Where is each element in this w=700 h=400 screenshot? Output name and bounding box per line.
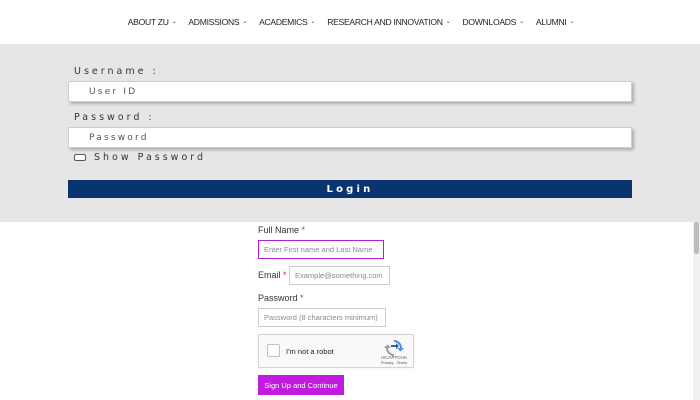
recaptcha-widget: I'm not a robot reCAPTCHA Privacy - Term…: [258, 334, 414, 368]
required-mark: *: [300, 293, 304, 303]
nav-item-label: ADMISSIONS: [188, 17, 240, 27]
recaptcha-links[interactable]: Privacy - Terms: [375, 361, 413, 365]
nav-item-label: ABOUT ZU: [127, 17, 169, 27]
scrollbar[interactable]: [693, 222, 700, 400]
recaptcha-brand: reCAPTCHA: [381, 355, 407, 360]
nav-item-academics[interactable]: ACADEMICS ⌄: [259, 17, 315, 27]
nav-item-label: RESEARCH AND INNOVATION: [327, 17, 443, 27]
password-signup-label: Password *: [258, 293, 304, 303]
nav-item-alumni[interactable]: ALUMNI ⌄: [535, 17, 575, 27]
recaptcha-label: I'm not a robot: [286, 347, 334, 356]
recaptcha-checkbox[interactable]: [267, 344, 280, 357]
scrollbar-thumb[interactable]: [694, 222, 699, 254]
username-label: Username :: [74, 66, 159, 77]
recaptcha-icon: [384, 340, 404, 356]
show-password-label: Show Password: [94, 152, 207, 163]
login-panel: Username : User ID Password : Password S…: [0, 44, 700, 222]
chevron-down-icon: ⌄: [569, 18, 575, 25]
password-label-text: Password: [258, 293, 298, 303]
show-password-checkbox[interactable]: [74, 154, 86, 161]
email-label: Email *: [258, 270, 287, 280]
chevron-down-icon: ⌄: [519, 18, 524, 25]
nav-item-admissions[interactable]: ADMISSIONS ⌄: [188, 17, 247, 27]
fullname-input[interactable]: Enter First name and Last Name: [258, 240, 384, 259]
signup-button[interactable]: Sign Up and Continue: [258, 375, 344, 395]
nav-menu: ABOUT ZU ⌄ ADMISSIONS ⌄ ACADEMICS ⌄ RESE…: [122, 17, 581, 27]
fullname-label: Full Name *: [258, 225, 305, 235]
nav-item-label: ACADEMICS: [259, 17, 308, 27]
required-mark: *: [283, 270, 287, 280]
username-input[interactable]: User ID: [68, 81, 632, 102]
chevron-down-icon: ⌄: [171, 18, 177, 25]
top-navigation: ABOUT ZU ⌄ ADMISSIONS ⌄ ACADEMICS ⌄ RESE…: [0, 0, 700, 44]
nav-item-label: ALUMNI: [535, 17, 567, 27]
nav-item-research[interactable]: RESEARCH AND INNOVATION ⌄: [327, 17, 451, 27]
nav-item-about[interactable]: ABOUT ZU ⌄: [128, 17, 177, 27]
email-input[interactable]: Example@something.com: [289, 266, 390, 285]
nav-item-downloads[interactable]: DOWNLOADS ⌄: [462, 17, 524, 27]
chevron-down-icon: ⌄: [445, 18, 451, 25]
password-label: Password :: [74, 112, 155, 123]
password-input[interactable]: Password: [68, 127, 632, 148]
fullname-label-text: Full Name: [258, 225, 300, 235]
email-label-text: Email: [258, 270, 281, 280]
login-button[interactable]: Login: [68, 180, 632, 198]
chevron-down-icon: ⌄: [242, 18, 248, 25]
chevron-down-icon: ⌄: [310, 18, 316, 25]
password-signup-input[interactable]: Password (8 characters minimum): [258, 308, 386, 327]
required-mark: *: [301, 225, 306, 235]
nav-item-label: DOWNLOADS: [462, 17, 517, 27]
show-password-row[interactable]: Show Password: [74, 152, 206, 163]
